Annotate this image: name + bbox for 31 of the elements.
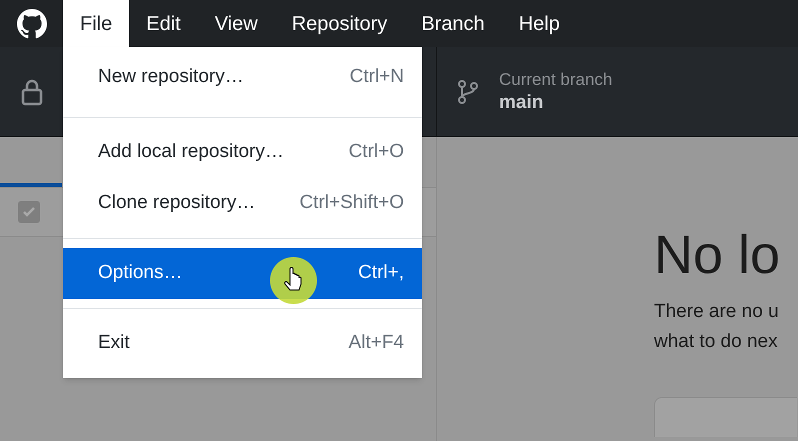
cursor-highlight-drawing — [270, 257, 317, 304]
menu-bar-item[interactable]: Repository — [274, 0, 404, 47]
empty-state-text: There are no u — [654, 300, 780, 324]
empty-state-title: No lo — [654, 225, 782, 285]
octocat-logo-icon — [16, 8, 46, 38]
menu-item[interactable]: Add local repository… Ctrl+O — [63, 127, 422, 178]
shortcut-text: Ctrl+N — [350, 65, 404, 90]
menu-item-label: Add local repository… — [98, 140, 284, 164]
shortcut-text: Ctrl+, — [358, 261, 404, 286]
lock-icon — [20, 78, 44, 106]
menu-bar-item[interactable]: Help — [502, 0, 577, 47]
menu-item-label: New repository… — [98, 65, 244, 90]
shortcut-text: Ctrl+O — [348, 140, 404, 164]
menu-item-label: Exit — [98, 331, 130, 356]
menu-item[interactable]: Exit Alt+F4 — [63, 318, 422, 369]
current-branch-label: Current branch — [499, 68, 612, 90]
menu-bar-item[interactable]: File — [63, 0, 130, 47]
branch-name[interactable]: main — [499, 90, 612, 114]
select-all-checkbox[interactable] — [18, 201, 40, 223]
empty-state-text: what to do nex — [654, 330, 779, 354]
menu-item-label: Clone repository… — [98, 191, 256, 216]
menu-item[interactable]: New repository… Ctrl+N — [63, 47, 422, 108]
menu-bar-item[interactable]: Branch — [404, 0, 502, 47]
shortcut-text: Alt+F4 — [348, 331, 404, 356]
branch-icon — [456, 78, 480, 104]
shortcut-text: Ctrl+Shift+O — [299, 191, 404, 216]
menu-item-label: Options… — [98, 261, 182, 286]
menu-item[interactable]: Clone repository… Ctrl+Shift+O — [63, 178, 422, 229]
menu-item[interactable]: Options… Ctrl+, — [63, 248, 422, 299]
menu-bar-item[interactable]: Edit — [129, 0, 198, 47]
menu-bar-item[interactable]: View — [198, 0, 275, 47]
